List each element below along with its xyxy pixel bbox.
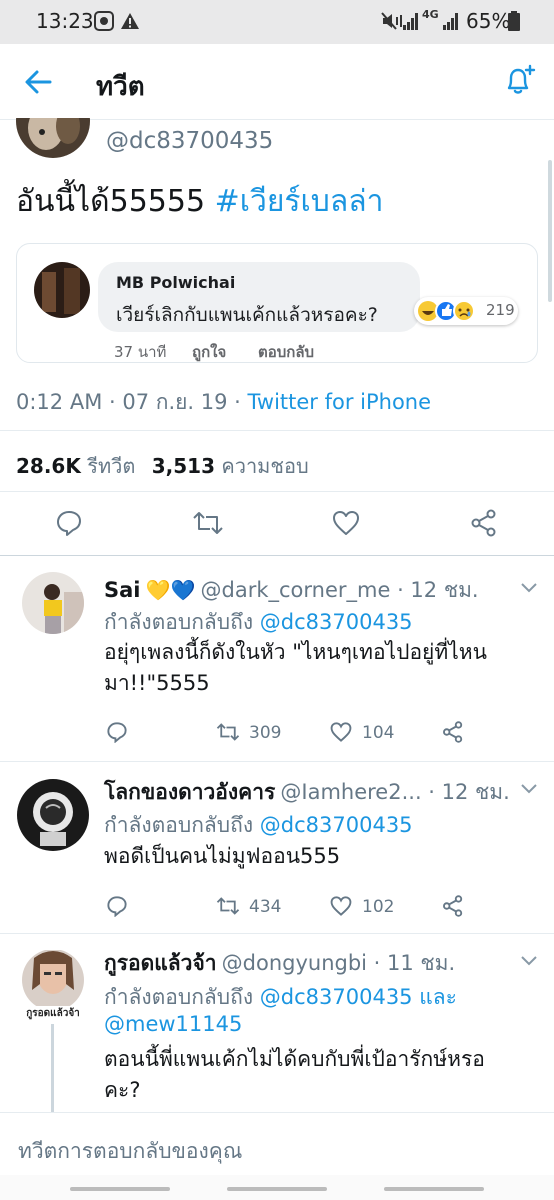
tweet-timestamp: 0:12 AM · 07 ก.ย. 19 · (16, 390, 248, 414)
battery-percent: 65% (466, 9, 511, 33)
comment-like-label: ถูกใจ (192, 343, 227, 361)
reply-2-like-count: 102 (362, 897, 395, 917)
reply-1-hearts: 💛💙 (145, 578, 196, 602)
tweet-text: อันนี้ได้55555 #เวียร์เบลล่า (16, 183, 383, 221)
reply-2-name[interactable]: โลกของดาวอังคาร (104, 780, 275, 804)
reply-2-avatar[interactable] (16, 778, 90, 852)
battery-icon (508, 11, 520, 31)
reply-1-handle[interactable]: @dark_corner_me · 12 ชม. (201, 578, 479, 602)
replying-prefix: กำลังตอบกลับถึง (104, 985, 260, 1009)
reply-2-replying: กำลังตอบกลับถึง @dc83700435 (104, 809, 413, 842)
reply-1-retweet-count: 309 (249, 723, 282, 743)
app-header: ทวีต (0, 44, 554, 120)
reply-1-avatar[interactable] (16, 572, 90, 634)
comment-reply-label: ตอบกลับ (258, 343, 315, 361)
scrollbar[interactable] (548, 160, 552, 302)
replying-to-link-2[interactable]: @mew11145 (104, 1012, 242, 1036)
commenter-name: MB Polwichai (116, 273, 236, 292)
divider (0, 491, 554, 492)
share-icon[interactable] (470, 509, 498, 537)
replying-to-link[interactable]: @dc83700435 (260, 985, 413, 1009)
reply-2-header: โลกของดาวอังคาร @Iamhere2... · 12 ชม. (104, 776, 510, 809)
like-heart-icon[interactable] (332, 509, 360, 537)
author-avatar (16, 118, 90, 158)
reply-1-like-count: 104 (362, 723, 395, 743)
reply-1-text-line: มา!!"5555 (104, 671, 210, 695)
reply-2-handle[interactable]: @Iamhere2... · 12 ชม. (280, 780, 509, 804)
commenter-avatar (34, 262, 90, 318)
thread-line (51, 1024, 54, 1112)
reply-1-name[interactable]: Sai (104, 578, 141, 602)
like-count[interactable]: 3,513 (152, 454, 215, 478)
reply-3-text-line: คะ? (104, 1078, 141, 1102)
reply-2-retweet-count: 434 (249, 897, 282, 917)
share-icon[interactable] (442, 721, 464, 743)
like-label[interactable]: ความชอบ (221, 454, 308, 478)
like-heart-icon[interactable] (330, 721, 352, 743)
tweet-source[interactable]: Twitter for iPhone (248, 390, 432, 414)
reply-2-text: พอดีเป็นคนไม่มูฟออน555 (104, 844, 341, 868)
reply-1-text: อยุ่ๆเพลงนี้ก็ดังในหัว "ไหนๆเทอไปอยู่ที่… (104, 637, 544, 699)
comment-time: 37 นาที (114, 343, 167, 361)
mute-icon (381, 12, 402, 30)
network-type: 4G (422, 8, 439, 21)
compose-bar: ทวีตการตอบกลับของคุณ (0, 1112, 554, 1200)
back-arrow-icon[interactable] (24, 68, 52, 96)
status-time: 13:23 (36, 9, 94, 33)
replying-prefix: กำลังตอบกลับถึง (104, 610, 260, 634)
reply-icon[interactable] (106, 721, 128, 743)
divider (0, 555, 554, 556)
reply-3-name[interactable]: กูรอดแล้วจ้า (104, 951, 217, 975)
signal-icon-2 (443, 13, 458, 30)
compose-input[interactable]: ทวีตการตอบกลับของคุณ (18, 1135, 242, 1168)
tweet-hashtag[interactable]: #เวียร์เบลล่า (215, 184, 384, 219)
tweet-text-body: อันนี้ได้55555 (16, 184, 206, 219)
reply-3-header: กูรอดแล้วจ้า @dongyungbi · 11 ชม. (104, 947, 455, 980)
add-notification-bell-icon[interactable] (502, 64, 536, 98)
reply-3-text: ตอนนี้พี่แพนเค้กไม่ได้คบกับพี่เป้อารักษ์… (104, 1044, 544, 1106)
reply-1-text-line: อยุ่ๆเพลงนี้ก็ดังในหัว "ไหนๆเทอไปอยู่ที่… (104, 640, 487, 664)
like-heart-icon[interactable] (330, 895, 352, 917)
nav-back-handle[interactable] (384, 1187, 484, 1191)
reply-3-handle[interactable]: @dongyungbi · 11 ชม. (222, 951, 456, 975)
divider (0, 933, 554, 934)
nav-home-handle[interactable] (227, 1187, 327, 1191)
replying-to-link[interactable]: @dc83700435 (260, 813, 413, 837)
reply-3-text-line: ตอนนี้พี่แพนเค้กไม่ได้คบกับพี่เป้อารักษ์… (104, 1047, 485, 1071)
screen-record-icon (94, 11, 114, 31)
reply-3-avatar-caption: กูรอดแล้วจ้า (22, 1006, 84, 1021)
status-bar: 13:23 4G 65% (0, 0, 554, 44)
author-avatar-wrapper[interactable] (16, 118, 90, 160)
reply-icon[interactable] (55, 509, 83, 537)
nav-recent-handle[interactable] (70, 1187, 170, 1191)
divider (0, 761, 554, 762)
divider (0, 430, 554, 431)
page-title: ทวีต (96, 72, 145, 102)
retweet-count[interactable]: 28.6K (16, 454, 81, 478)
retweet-icon[interactable] (216, 895, 240, 917)
retweet-icon[interactable] (216, 721, 240, 743)
chevron-down-icon[interactable] (520, 783, 538, 795)
warning-icon (121, 13, 139, 29)
comment-text: เวียร์เลิกกับแพนเค้กแล้วหรอคะ? (116, 304, 378, 326)
reaction-count: 219 (486, 301, 515, 319)
reply-1-header: Sai 💛💙 @dark_corner_me · 12 ชม. (104, 574, 479, 607)
nav-bar (0, 1175, 554, 1200)
signal-icon (403, 13, 418, 30)
reply-icon[interactable] (106, 895, 128, 917)
retweet-label[interactable]: รีทวีต (87, 454, 135, 478)
share-icon[interactable] (442, 895, 464, 917)
retweet-icon[interactable] (192, 509, 224, 537)
replying-and: และ (412, 985, 457, 1009)
tweet-meta: 0:12 AM · 07 ก.ย. 19 · Twitter for iPhon… (16, 386, 431, 419)
reply-3-replying: กำลังตอบกลับถึง @dc83700435 และ (104, 981, 457, 1014)
author-handle[interactable]: @dc83700435 (106, 128, 273, 154)
reply-1-replying: กำลังตอบกลับถึง @dc83700435 (104, 606, 413, 639)
reaction-icons (418, 300, 475, 322)
replying-prefix: กำลังตอบกลับถึง (104, 813, 260, 837)
chevron-down-icon[interactable] (520, 955, 538, 967)
tweet-stats: 28.6K รีทวีต 3,513 ความชอบ (16, 450, 309, 482)
replying-to-link[interactable]: @dc83700435 (260, 610, 413, 634)
chevron-down-icon[interactable] (520, 582, 538, 594)
